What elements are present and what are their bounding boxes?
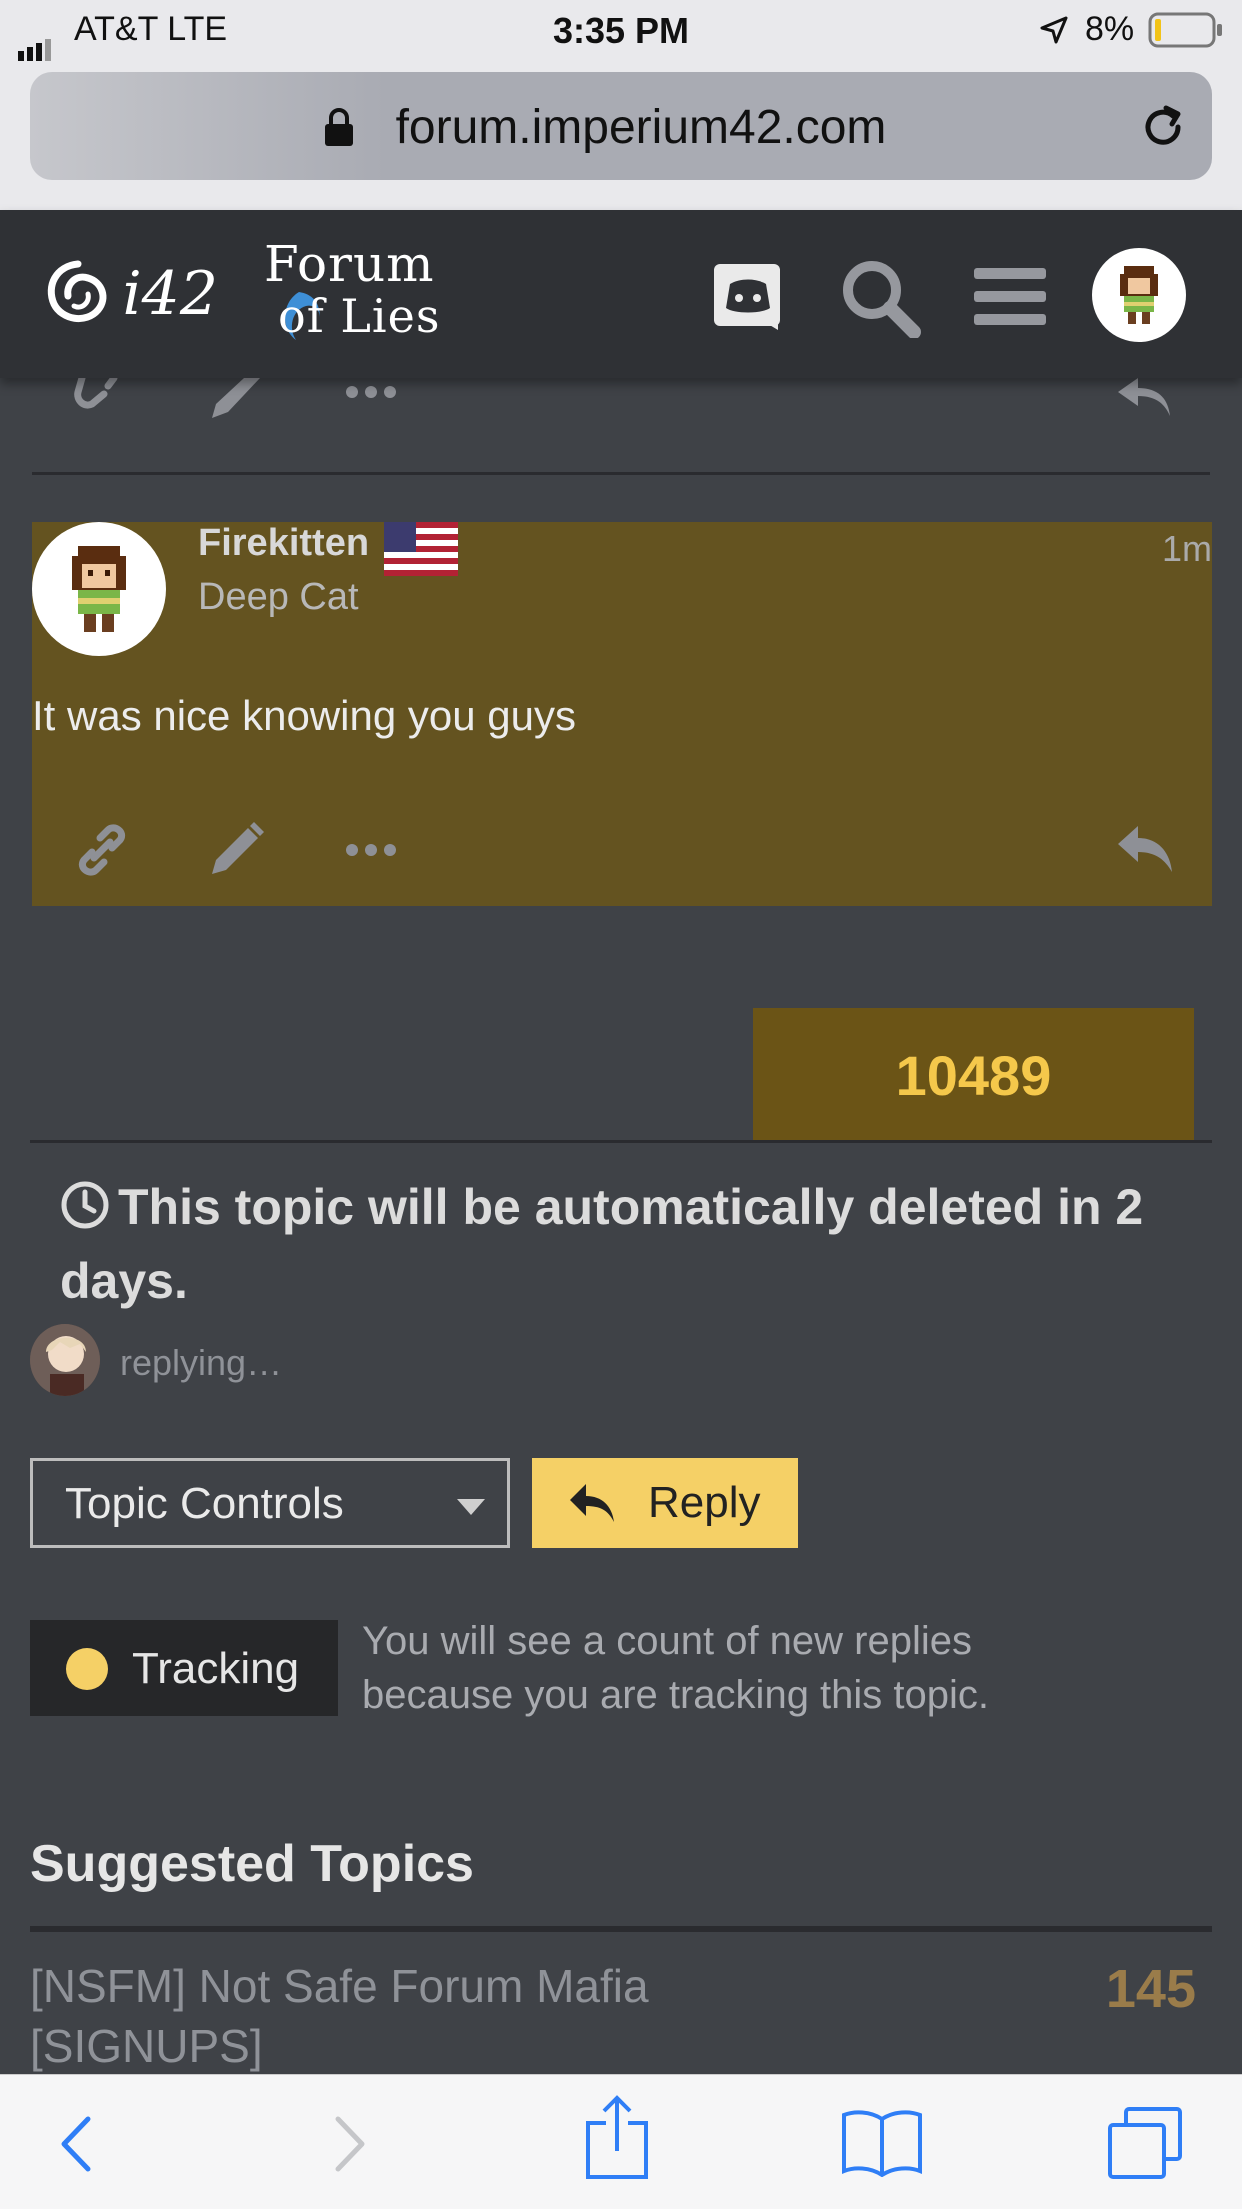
post-user-title: Deep Cat — [198, 576, 359, 618]
reply-icon[interactable] — [1116, 824, 1176, 874]
share-icon[interactable] — [584, 2095, 650, 2181]
logo-line-2: of Lies — [264, 290, 439, 342]
link-icon[interactable] — [74, 824, 130, 876]
tracking-description: You will see a count of new replies beca… — [362, 1619, 990, 1717]
topic-controls-dropdown[interactable]: Topic Controls — [30, 1458, 510, 1548]
post-avatar[interactable] — [32, 522, 166, 656]
reply-icon — [570, 1484, 614, 1522]
topic-timer-notice: This topic will be automatically deleted… — [60, 1179, 1144, 1309]
replying-indicator: replying… — [120, 1342, 283, 1383]
reply-button-label: Reply — [648, 1478, 761, 1527]
swirl-logo-icon — [47, 260, 107, 322]
more-icon[interactable] — [344, 384, 398, 400]
replying-user-avatar[interactable] — [30, 1324, 100, 1396]
suggested-topics-heading: Suggested Topics — [30, 1835, 474, 1893]
status-bar: AT&T LTE 3:35 PM 8% — [0, 0, 1242, 62]
tracking-label: Tracking — [132, 1644, 300, 1693]
reply-button[interactable]: Reply — [532, 1458, 798, 1548]
post-divider — [32, 472, 1210, 475]
user-avatar[interactable] — [1092, 248, 1186, 342]
location-icon — [1040, 16, 1068, 44]
anime-avatar-icon — [30, 1324, 100, 1396]
discord-icon[interactable] — [712, 262, 784, 332]
more-icon[interactable] — [344, 842, 398, 858]
edit-icon[interactable] — [208, 822, 264, 878]
post-counter[interactable]: 10489 — [753, 1008, 1194, 1140]
reply-icon[interactable] — [1116, 378, 1174, 418]
search-icon[interactable] — [840, 258, 924, 338]
browser-toolbar — [0, 2074, 1242, 2209]
previous-post-actions — [0, 378, 1242, 474]
post-body: It was nice knowing you guys — [32, 692, 576, 739]
clock-icon — [61, 1181, 109, 1229]
us-flag-icon — [384, 522, 458, 576]
bookmarks-icon[interactable] — [840, 2109, 924, 2177]
timeline-divider — [30, 1140, 1212, 1143]
post-time[interactable]: 1m — [1162, 528, 1212, 570]
i42-logo[interactable]: i42 — [38, 254, 218, 334]
tabs-icon[interactable] — [1106, 2105, 1186, 2181]
chevron-down-icon — [457, 1499, 485, 1515]
battery-icon — [1148, 12, 1222, 48]
back-icon[interactable] — [58, 2115, 92, 2173]
forum-of-lies-logo[interactable]: Forum of Lies — [264, 235, 439, 342]
address-bar[interactable]: forum.imperium42.com — [30, 72, 1212, 180]
suggested-divider — [30, 1926, 1212, 1932]
suggested-topic-title[interactable]: [NSFM] Not Safe Forum Mafia [SIGNUPS] — [30, 1956, 930, 2076]
browser-chrome: forum.imperium42.com — [0, 62, 1242, 210]
topic-controls-label: Topic Controls — [65, 1479, 344, 1528]
tracking-button[interactable]: Tracking — [30, 1620, 338, 1716]
logo-text: i42 — [122, 259, 218, 329]
url-text: forum.imperium42.com — [395, 101, 887, 154]
tracking-dot-icon — [66, 1648, 108, 1690]
pixel-character-icon — [72, 546, 126, 632]
logo-line-1: Forum — [264, 235, 435, 293]
forward-icon[interactable] — [334, 2115, 368, 2173]
edit-icon[interactable] — [208, 378, 264, 422]
pixel-character-icon — [1120, 266, 1158, 324]
post-username[interactable]: Firekitten — [198, 522, 369, 565]
site-header: i42 Forum of Lies — [0, 210, 1242, 378]
battery-percent: 8% — [1085, 10, 1135, 48]
post: Firekitten Deep Cat 1m It was nice knowi… — [32, 522, 1212, 906]
suggested-topic-count: 145 — [1105, 1959, 1196, 2019]
reload-icon[interactable] — [1138, 102, 1188, 152]
link-icon[interactable] — [74, 378, 126, 418]
menu-icon[interactable] — [974, 266, 1048, 328]
